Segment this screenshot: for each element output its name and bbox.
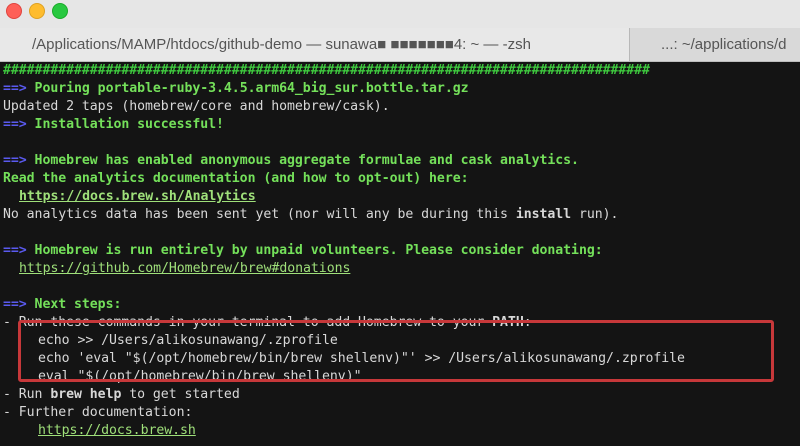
output-line-no-analytics: No analytics data has been sent yet (nor… [3, 206, 618, 224]
arrow-marker: ==> [3, 243, 27, 258]
donations-url[interactable]: https://github.com/Homebrew/brew#donatio… [19, 261, 350, 276]
output-line-updated-taps: Updated 2 taps (homebrew/core and homebr… [3, 99, 390, 114]
heading-text: Homebrew is run entirely by unpaid volun… [26, 243, 603, 258]
terminal-output[interactable]: ########################################… [0, 62, 800, 446]
output-line-analytics-enabled: ==> Homebrew has enabled anonymous aggre… [3, 152, 579, 170]
analytics-url[interactable]: https://docs.brew.sh/Analytics [19, 189, 256, 204]
docs-link[interactable]: https://docs.brew.sh [38, 422, 196, 440]
output-line-pouring: ==> Pouring portable-ruby-3.4.5.arm64_bi… [3, 80, 469, 98]
heading-text: Installation successful! [26, 117, 224, 132]
output-line-install-success: ==> Installation successful! [3, 116, 224, 134]
docs-url[interactable]: https://docs.brew.sh [38, 423, 196, 438]
arrow-marker: ==> [3, 117, 27, 132]
tab-github-demo[interactable]: /Applications/MAMP/htdocs/github-demo — … [0, 28, 630, 61]
arrow-marker: ==> [3, 297, 27, 312]
minimize-window-button[interactable] [29, 3, 45, 19]
arrow-marker: ==> [3, 153, 27, 168]
install-keyword: install [515, 207, 572, 222]
hash-progress-line: ########################################… [3, 63, 650, 78]
output-line-further-docs: - Further documentation: [3, 405, 193, 420]
analytics-link[interactable]: https://docs.brew.sh/Analytics [19, 188, 256, 206]
close-window-button[interactable] [6, 3, 22, 19]
output-line-read-docs: Read the analytics documentation (and ho… [3, 171, 469, 186]
line-text: to get started [121, 387, 240, 402]
line-text: run). [571, 207, 619, 222]
donations-link[interactable]: https://github.com/Homebrew/brew#donatio… [19, 260, 350, 278]
terminal-window: /Applications/MAMP/htdocs/github-demo — … [0, 0, 800, 446]
tab-bar: /Applications/MAMP/htdocs/github-demo — … [0, 28, 800, 62]
maximize-window-button[interactable] [52, 3, 68, 19]
output-line-volunteers: ==> Homebrew is run entirely by unpaid v… [3, 242, 603, 260]
heading-text: Homebrew has enabled anonymous aggregate… [26, 153, 579, 168]
output-line-brew-help: - Run brew help to get started [3, 386, 240, 404]
title-bar[interactable] [0, 0, 800, 28]
heading-text: Pouring portable-ruby-3.4.5.arm64_big_su… [26, 81, 469, 96]
output-line-next-steps: ==> Next steps: [3, 296, 121, 314]
line-text: No analytics data has been sent yet (nor… [3, 207, 516, 222]
heading-text: Next steps: [26, 297, 122, 312]
line-text: - Run [3, 387, 51, 402]
brew-help-keyword: brew help [50, 387, 122, 402]
arrow-marker: ==> [3, 81, 27, 96]
tab-applications[interactable]: ...: ~/applications/d [631, 28, 800, 61]
highlight-box [18, 320, 774, 382]
